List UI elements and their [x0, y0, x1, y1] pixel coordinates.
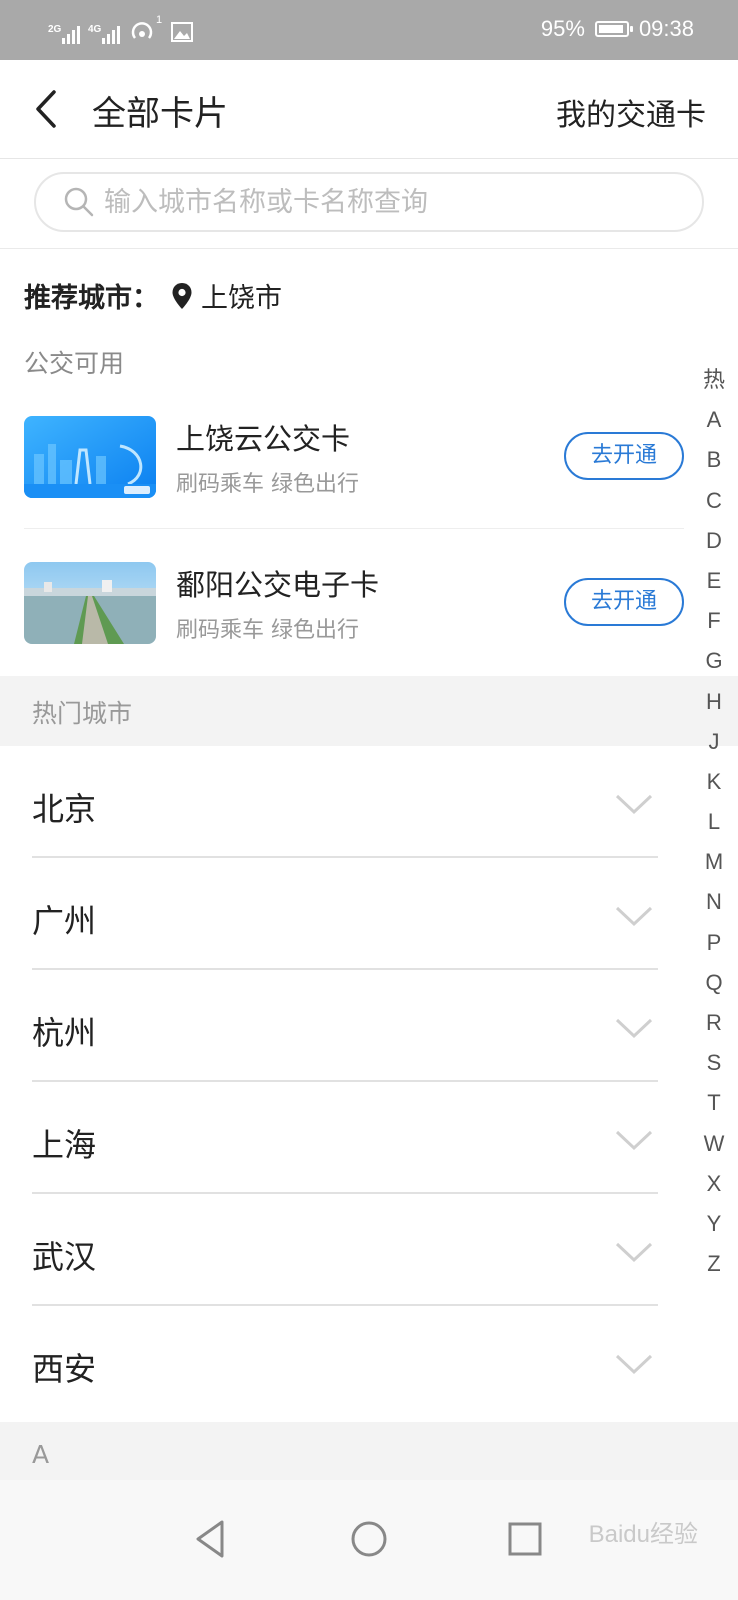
city-row[interactable]: 武汉: [32, 1196, 658, 1306]
system-nav-bar: Baidu经验: [0, 1480, 738, 1600]
search-input[interactable]: [102, 185, 666, 219]
city-row[interactable]: 北京: [32, 748, 658, 858]
status-right: 95% 09:38: [541, 16, 694, 42]
index-letter[interactable]: C: [700, 481, 728, 521]
signal-icon: 4G: [88, 24, 120, 44]
index-letter[interactable]: Y: [700, 1204, 728, 1244]
chevron-down-icon: [615, 1354, 653, 1375]
city-row[interactable]: 广州: [32, 860, 658, 970]
city-name: 杭州: [32, 1014, 97, 1052]
network-type-label: 4G: [88, 24, 102, 35]
index-letter[interactable]: J: [700, 722, 728, 762]
recommended-city-name: 上饶市: [201, 283, 282, 314]
nav-home-icon[interactable]: [344, 1514, 394, 1564]
city-name: 北京: [32, 790, 97, 828]
card-item[interactable]: 鄱阳公交电子卡 刷码乘车 绿色出行 去开通: [24, 530, 684, 674]
index-letter[interactable]: Q: [700, 963, 728, 1003]
activate-button[interactable]: 去开通: [564, 578, 684, 626]
recommended-city-label: 推荐城市：: [24, 283, 159, 314]
image-icon: [171, 22, 194, 42]
alphabet-index-bar[interactable]: 热ABCDEFGHJKLMNPQRSTWXYZ: [700, 360, 728, 1284]
index-letter[interactable]: B: [700, 440, 728, 480]
index-letter[interactable]: L: [700, 802, 728, 842]
clock: 09:38: [638, 16, 694, 41]
page-title: 全部卡片: [92, 94, 228, 134]
search-icon: [64, 187, 94, 217]
index-letter[interactable]: G: [700, 641, 728, 681]
index-letter[interactable]: P: [700, 923, 728, 963]
signal-icon: 2G: [48, 24, 80, 44]
index-letter[interactable]: F: [700, 601, 728, 641]
index-letter[interactable]: Z: [700, 1244, 728, 1284]
index-letter[interactable]: T: [700, 1083, 728, 1123]
index-letter[interactable]: S: [700, 1043, 728, 1083]
city-name: 西安: [32, 1350, 97, 1388]
hotspot-icon: [131, 22, 153, 39]
index-letter[interactable]: N: [700, 882, 728, 922]
card-name: 鄱阳公交电子卡: [176, 568, 380, 602]
card-subtitle: 刷码乘车 绿色出行: [176, 618, 359, 643]
index-letter[interactable]: 热: [700, 360, 728, 400]
search-bar: [0, 160, 738, 249]
index-letter[interactable]: M: [700, 842, 728, 882]
index-letter[interactable]: R: [700, 1003, 728, 1043]
index-letter[interactable]: X: [700, 1164, 728, 1204]
recommended-city-row[interactable]: 推荐城市： 上饶市: [24, 276, 282, 315]
card-item[interactable]: 上饶云公交卡 刷码乘车 绿色出行 去开通: [24, 384, 684, 529]
chevron-down-icon: [615, 1242, 653, 1263]
section-title: 热门城市: [32, 699, 133, 728]
card-thumbnail: [24, 416, 156, 498]
index-letter[interactable]: H: [700, 682, 728, 722]
section-title: A: [32, 1440, 50, 1469]
card-subtitle: 刷码乘车 绿色出行: [176, 472, 359, 497]
hot-cities-header: 热门城市: [0, 676, 738, 746]
app-header: 全部卡片 我的交通卡: [0, 60, 738, 159]
nav-back-icon[interactable]: [186, 1514, 236, 1564]
index-letter[interactable]: K: [700, 762, 728, 802]
city-name: 广州: [32, 902, 97, 940]
city-name: 武汉: [32, 1238, 97, 1276]
watermark: Baidu经验: [588, 1521, 698, 1548]
bus-available-caption: 公交可用: [24, 349, 125, 378]
my-transit-cards-link[interactable]: 我的交通卡: [556, 90, 706, 134]
chevron-down-icon: [615, 1018, 653, 1039]
city-row[interactable]: 上海: [32, 1084, 658, 1194]
card-thumbnail: [24, 562, 156, 644]
search-box[interactable]: [34, 172, 704, 232]
chevron-down-icon: [615, 1130, 653, 1151]
card-name: 上饶云公交卡: [176, 422, 351, 456]
nav-recents-icon[interactable]: [500, 1514, 550, 1564]
status-bar: 2G 4G 1 95% 09:38: [0, 0, 738, 60]
city-name: 上海: [32, 1126, 97, 1164]
city-row[interactable]: 杭州: [32, 972, 658, 1082]
index-letter[interactable]: W: [700, 1124, 728, 1164]
location-pin-icon: [172, 282, 192, 309]
index-letter[interactable]: D: [700, 521, 728, 561]
back-arrow-icon[interactable]: [28, 86, 68, 132]
activate-button[interactable]: 去开通: [564, 432, 684, 480]
hotspot-badge: 1: [156, 14, 163, 26]
battery-icon: [594, 21, 633, 37]
chevron-down-icon: [615, 906, 653, 927]
index-letter[interactable]: A: [700, 400, 728, 440]
city-row[interactable]: 西安: [32, 1308, 658, 1418]
chevron-down-icon: [615, 794, 653, 815]
status-left-icons: 2G 4G 1: [48, 14, 194, 44]
index-letter[interactable]: E: [700, 561, 728, 601]
battery-percent: 95%: [540, 16, 585, 41]
network-type-label: 2G: [48, 24, 62, 35]
